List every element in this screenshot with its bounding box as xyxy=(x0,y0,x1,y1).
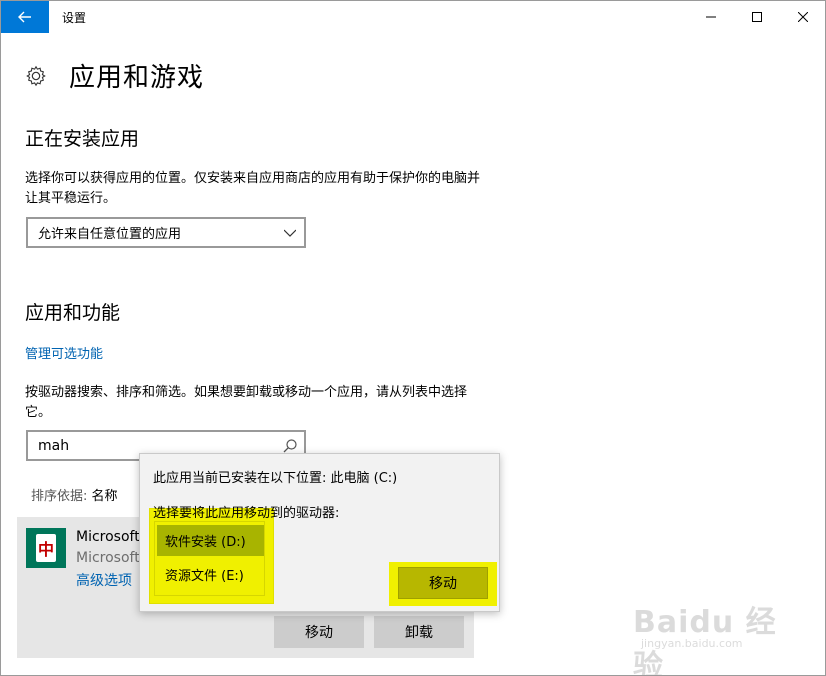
search-value: mah xyxy=(38,437,70,454)
maximize-icon xyxy=(752,12,762,22)
app-publisher: Microsoft xyxy=(76,550,140,566)
maximize-button[interactable] xyxy=(734,1,780,33)
title-bar: 设置 xyxy=(1,1,825,33)
page-title: 应用和游戏 xyxy=(69,63,205,93)
apps-features-heading: 应用和功能 xyxy=(25,302,121,324)
close-button[interactable] xyxy=(780,1,826,33)
search-icon xyxy=(283,439,297,453)
install-apps-heading: 正在安装应用 xyxy=(25,128,140,150)
dropdown-value: 允许来自任意位置的应用 xyxy=(38,227,182,242)
baidu-watermark: Baidu 经验 jingyan.baidu.com xyxy=(633,597,803,676)
drive-option-e[interactable]: 资源文件 (E:) xyxy=(157,559,264,590)
advanced-options-link[interactable]: 高级选项 xyxy=(76,570,132,590)
drive-list: 软件安装 (D:) 资源文件 (E:) xyxy=(154,521,265,596)
install-source-dropdown[interactable]: 允许来自任意位置的应用 xyxy=(26,217,306,248)
close-icon xyxy=(798,12,808,22)
install-description: 选择你可以获得应用的位置。仅安装来自应用商店的应用有助于保护你的电脑并让其平稳运… xyxy=(25,171,481,206)
choose-drive-text: 选择要将此应用移动到的驱动器: xyxy=(153,506,340,521)
move-button[interactable]: 移动 xyxy=(274,616,364,648)
apps-description: 按驱动器搜索、排序和筛选。如果想要卸载或移动一个应用，请从列表中选择它。 xyxy=(25,385,468,420)
popup-move-button[interactable]: 移动 xyxy=(398,567,488,599)
manage-optional-features-link[interactable]: 管理可选功能 xyxy=(25,343,103,362)
drive-list-highlight: 软件安装 (D:) 资源文件 (E:) xyxy=(149,508,274,604)
page-header: 应用和游戏 xyxy=(25,57,204,94)
sort-value: 名称 xyxy=(91,489,118,504)
chevron-down-icon xyxy=(284,229,296,237)
drive-option-d[interactable]: 软件安装 (D:) xyxy=(157,525,264,556)
minimize-icon xyxy=(706,16,716,18)
app-icon: 中 xyxy=(26,528,66,568)
uninstall-button[interactable]: 卸载 xyxy=(374,616,464,648)
current-location-text: 此应用当前已安装在以下位置: 此电脑 (C:) xyxy=(153,471,398,486)
back-arrow-icon xyxy=(18,11,31,23)
sort-by[interactable]: 排序依据: 名称 xyxy=(31,485,118,504)
gear-icon xyxy=(26,65,46,86)
move-app-popup: 此应用当前已安装在以下位置: 此电脑 (C:) 软件安装 (D:) 资源文件 (… xyxy=(139,453,500,612)
mahjong-tile-icon: 中 xyxy=(36,534,56,562)
settings-window: 设置 应用和游戏 正在安装应用 选择你可以获得应用的位置。仅安装来自应用商店的应… xyxy=(0,0,826,676)
sort-label: 排序依据: xyxy=(31,489,92,504)
watermark-url: jingyan.baidu.com xyxy=(641,637,743,650)
minimize-button[interactable] xyxy=(688,1,734,33)
back-button[interactable] xyxy=(1,1,49,33)
app-name: Microsoft xyxy=(76,529,140,545)
window-title: 设置 xyxy=(62,11,87,25)
